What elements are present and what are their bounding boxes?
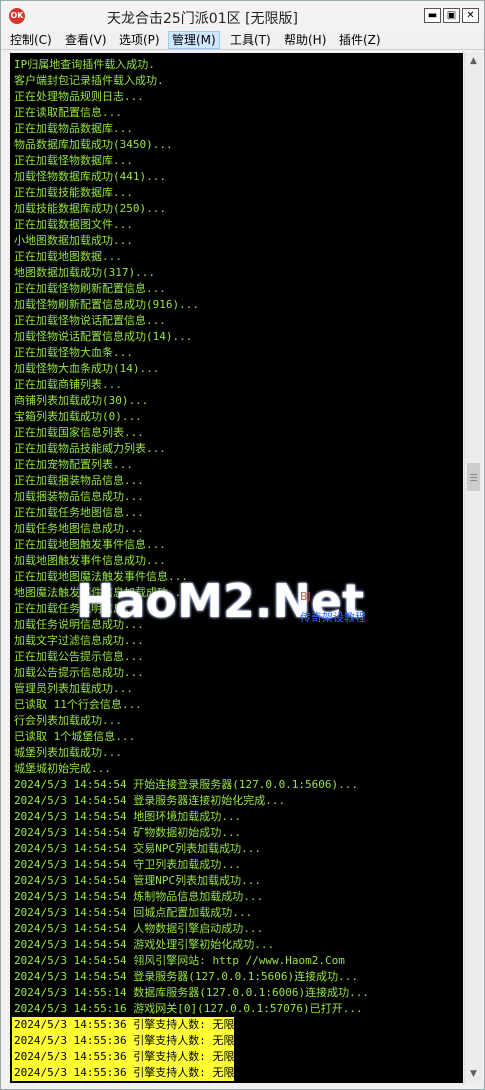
log-line: 加载怪物数据库成功(441)... xyxy=(14,170,166,183)
log-line: 正在处理物品规则日志... xyxy=(14,90,144,103)
grip-line xyxy=(470,477,477,478)
log-line: 2024/5/3 14:54:54 守卫列表加载成功... xyxy=(14,858,242,871)
log-line: 正在加载物品数据库... xyxy=(14,122,133,135)
log-line: 2024/5/3 14:54:54 人物数据引擎启动成功... xyxy=(14,922,264,935)
log-line: 正在加载捆装物品信息... xyxy=(14,474,144,487)
log-line: 正在加宠物配置列表... xyxy=(14,458,133,471)
log-line: 正在加载地图数据... xyxy=(14,250,122,263)
window-title: 天龙合击25门派01区 [无限版] xyxy=(106,11,298,27)
log-line: 2024/5/3 14:55:14 数据库服务器(127.0.0.1:6006)… xyxy=(14,986,370,999)
log-line: 正在加载商铺列表... xyxy=(14,378,122,391)
log-line: 地图数据加载成功(317)... xyxy=(14,266,155,279)
log-line: 2024/5/3 14:54:54 登录服务器(127.0.0.1:5606)连… xyxy=(14,970,359,983)
log-line: 2024/5/3 14:55:36 引擎支持人数: 无限 xyxy=(12,1049,235,1065)
scroll-thumb[interactable] xyxy=(467,463,480,491)
log-line: 物品数据库加载成功(3450)... xyxy=(14,138,173,151)
menu-view[interactable]: 查看(V) xyxy=(62,31,110,49)
log-line: 正在加载数据图文件... xyxy=(14,218,133,231)
log-line: 宝箱列表加载成功(0)... xyxy=(14,410,142,423)
log-line: 正在加载怪物刷新配置信息... xyxy=(14,282,166,295)
server-window: OK 天龙合击25门派01区 [无限版] ▬ ▣ ✕ 控制(C) 查看(V) 选… xyxy=(0,0,485,1090)
log-line: 正在加载公告提示信息... xyxy=(14,650,144,663)
log-line: 客户端封包记录插件载入成功. xyxy=(14,74,164,87)
menu-tools[interactable]: 工具(T) xyxy=(227,31,274,49)
minimize-button[interactable]: ▬ xyxy=(424,8,441,23)
log-line: 2024/5/3 14:55:36 引擎支持人数: 无限 xyxy=(12,1065,235,1081)
log-line: 商铺列表加载成功(30)... xyxy=(14,394,149,407)
log-line: 管理员列表加载成功... xyxy=(14,682,133,695)
log-line: 正在读取配置信息... xyxy=(14,106,122,119)
watermark-sub-caption: 传奇架设教程 xyxy=(300,611,366,624)
log-line: 2024/5/3 14:54:54 地图环境加载成功... xyxy=(14,810,242,823)
menu-bar: 控制(C) 查看(V) 选项(P) 管理(M) 工具(T) 帮助(H) 插件(Z… xyxy=(1,31,484,50)
log-line: 已读取 1个城堡信息... xyxy=(14,730,136,743)
log-line: 加载怪物刷新配置信息成功(916)... xyxy=(14,298,199,311)
log-line: 已读取 11个行会信息... xyxy=(14,698,142,711)
title-bar[interactable]: OK 天龙合击25门派01区 [无限版] ▬ ▣ ✕ xyxy=(1,1,484,31)
log-line: 正在加载任务地图信息... xyxy=(14,506,144,519)
log-line: IP归属地查询插件载入成功. xyxy=(14,58,155,71)
log-line: 2024/5/3 14:54:54 矿物数据初始成功... xyxy=(14,826,242,839)
log-line: 2024/5/3 14:54:54 翎风引擎网站: http //www.Hao… xyxy=(14,954,345,967)
log-line: 正在加载国家信息列表... xyxy=(14,426,144,439)
log-line: 加载文字过滤信息成功... xyxy=(14,634,144,647)
watermark-sub: BJ xyxy=(300,590,311,603)
log-line: 加载公告提示信息成功... xyxy=(14,666,144,679)
log-line: 2024/5/3 14:55:16 游戏网关[0](127.0.0.1:5707… xyxy=(14,1002,363,1015)
scroll-down-icon[interactable]: ▼ xyxy=(465,1066,482,1083)
log-line: 小地图数据加载成功... xyxy=(14,234,133,247)
log-line: 正在加载怪物说话配置信息... xyxy=(14,314,166,327)
log-line: 2024/5/3 14:54:54 炼制物品信息加载成功... xyxy=(14,890,264,903)
log-line: 正在加载技能数据库... xyxy=(14,186,133,199)
log-line: 行会列表加载成功... xyxy=(14,714,122,727)
grip-line xyxy=(470,474,477,475)
menu-control[interactable]: 控制(C) xyxy=(7,31,55,49)
scroll-up-icon[interactable]: ▲ xyxy=(465,53,482,70)
log-line: 加载地图触发事件信息成功... xyxy=(14,554,166,567)
log-line: 加载任务地图信息成功... xyxy=(14,522,144,535)
log-line: 城堡列表加载成功... xyxy=(14,746,122,759)
menu-manage[interactable]: 管理(M) xyxy=(168,31,220,49)
log-line: 2024/5/3 14:54:54 回城点配置加载成功... xyxy=(14,906,253,919)
log-line: 正在加载怪物大血条... xyxy=(14,346,133,359)
log-line: 2024/5/3 14:54:54 交易NPC列表加载成功... xyxy=(14,842,261,855)
log-line: 加载怪物说话配置信息成功(14)... xyxy=(14,330,193,343)
vertical-scrollbar[interactable]: ▲ ▼ xyxy=(464,53,482,1083)
log-console[interactable]: IP归属地查询插件载入成功. 客户端封包记录插件载入成功. 正在处理物品规则日志..… xyxy=(10,53,463,1083)
grip-line xyxy=(470,480,477,481)
log-line: 2024/5/3 14:54:54 游戏处理引擎初始化成功... xyxy=(14,938,275,951)
log-line: 正在加载怪物数据库... xyxy=(14,154,133,167)
log-line: 加载技能数据库成功(250)... xyxy=(14,202,166,215)
menu-options[interactable]: 选项(P) xyxy=(116,31,163,49)
log-line: 加载捆装物品信息成功... xyxy=(14,490,144,503)
log-line: 加载怪物大血条成功(14)... xyxy=(14,362,160,375)
log-line: 2024/5/3 14:54:54 开始连接登录服务器(127.0.0.1:56… xyxy=(14,778,359,791)
close-button[interactable]: ✕ xyxy=(462,8,479,23)
menu-plugins[interactable]: 插件(Z) xyxy=(336,31,384,49)
log-line: 2024/5/3 14:54:54 管理NPC列表加载成功... xyxy=(14,874,261,887)
menu-help[interactable]: 帮助(H) xyxy=(281,31,329,49)
log-line: 2024/5/3 14:55:36 引擎支持人数: 无限 xyxy=(12,1033,235,1049)
log-line: 城堡城初始完成... xyxy=(14,762,111,775)
log-line: 正在加载地图触发事件信息... xyxy=(14,538,166,551)
log-line: 2024/5/3 14:54:54 登录服务器连接初始化完成... xyxy=(14,794,286,807)
log-line: 正在加载物品技能威力列表... xyxy=(14,442,166,455)
log-line: 2024/5/3 14:55:36 引擎支持人数: 无限 xyxy=(12,1017,235,1033)
maximize-button[interactable]: ▣ xyxy=(443,8,460,23)
